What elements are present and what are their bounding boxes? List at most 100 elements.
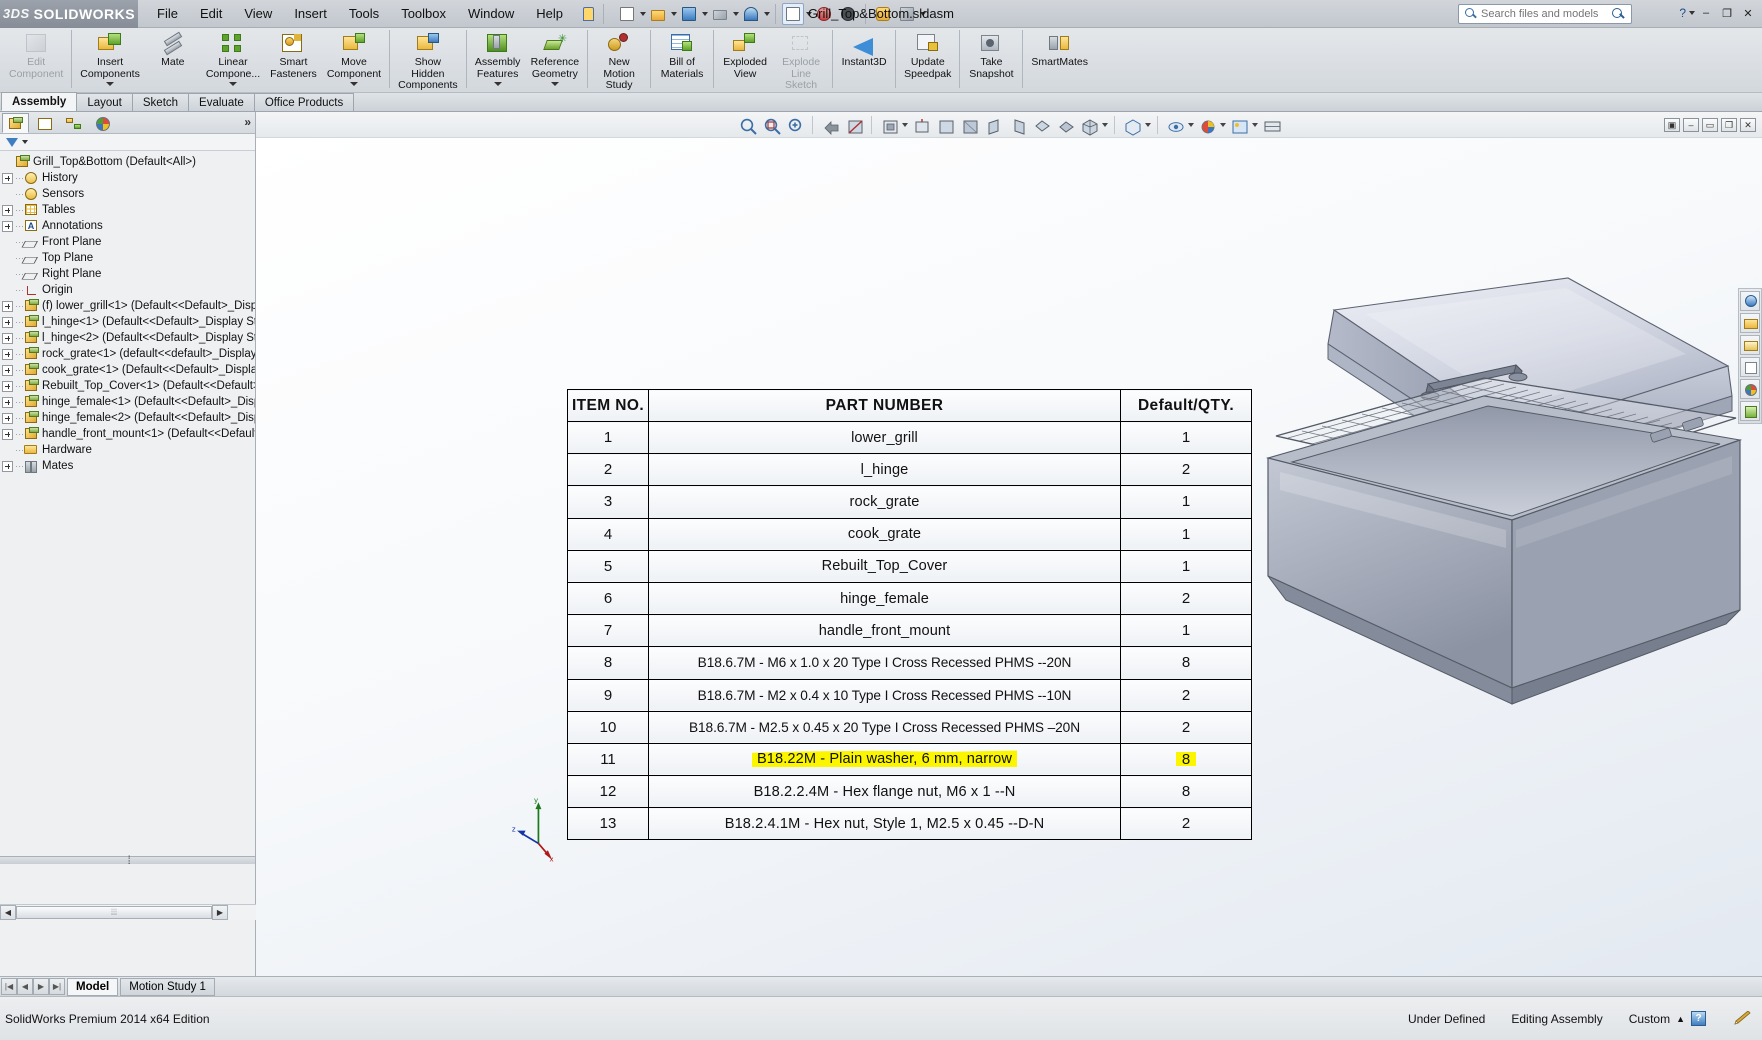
tile-document-button[interactable]: ▭ xyxy=(1702,118,1718,132)
edit-appearance-icon[interactable] xyxy=(1196,114,1218,135)
hide-show-items-icon[interactable] xyxy=(1164,114,1186,135)
ribbon-dropdown-icon[interactable] xyxy=(550,81,559,86)
tree-item-l_hinge-2-default-default-_display-state[interactable]: ⋯ l_hinge<2> (Default<<Default>_Display S… xyxy=(0,330,255,346)
view-dropdown-icon[interactable] xyxy=(1145,122,1151,127)
tree-item-sensors[interactable]: ⋯ Sensors xyxy=(0,186,255,202)
undo-icon[interactable] xyxy=(740,3,762,25)
table-row[interactable]: 6 hinge_female 2 xyxy=(567,581,1252,616)
display-style-icon[interactable] xyxy=(1121,114,1143,136)
options-icon[interactable] xyxy=(872,3,894,25)
view-isometric-icon[interactable] xyxy=(1078,114,1100,136)
tree-item-history[interactable]: ⋯ History xyxy=(0,170,255,186)
tab-assembly[interactable]: Assembly xyxy=(1,92,78,111)
tree-item--f-lower_grill-1-default-default-_displa[interactable]: ⋯ (f) lower_grill<1> (Default<<Default>_D… xyxy=(0,298,255,314)
menu-item-view[interactable]: View xyxy=(233,2,283,25)
select-dropdown-icon[interactable] xyxy=(806,11,812,16)
view-dropdown-icon[interactable] xyxy=(1220,122,1226,127)
tree-item-front-plane[interactable]: ⋯ Front Plane xyxy=(0,234,255,250)
zoom-in-out-icon[interactable] xyxy=(784,114,806,135)
view-bottom-icon[interactable] xyxy=(1054,114,1076,135)
tree-item-rock_grate-1-default-default-_display-st[interactable]: ⋯ rock_grate<1> (default<<default>_Displa… xyxy=(0,346,255,362)
view-dropdown-icon[interactable] xyxy=(1188,122,1194,127)
rebuild-icon[interactable] xyxy=(813,3,835,25)
solidworks-resources-icon[interactable] xyxy=(1740,291,1760,311)
table-row[interactable]: 10 B18.6.7M - M2.5 x 0.45 x 20 Type I Cro… xyxy=(567,710,1252,744)
undo-dropdown-icon[interactable] xyxy=(764,11,770,16)
view-top-icon[interactable] xyxy=(1030,114,1052,135)
search-submit-icon[interactable] xyxy=(1609,5,1627,23)
menu-item-tools[interactable]: Tools xyxy=(338,2,390,25)
configuration-manager-icon[interactable] xyxy=(60,113,87,133)
lower-grill-body[interactable] xyxy=(1265,395,1743,705)
ribbon-button-new-motion-study[interactable]: New Motion Study xyxy=(591,28,647,92)
search-box[interactable] xyxy=(1458,4,1632,24)
print-icon[interactable] xyxy=(709,3,731,25)
zoom-to-fit-icon[interactable] xyxy=(736,114,758,135)
tree-expand-icon[interactable] xyxy=(2,364,13,376)
tree-expand-icon[interactable] xyxy=(2,348,13,360)
minimize-button[interactable]: – xyxy=(1696,4,1716,22)
table-row[interactable]: 11 B18.22M - Plain washer, 6 mm, narrow 8 xyxy=(567,742,1252,777)
scroll-left-arrow[interactable]: ◀ xyxy=(0,905,16,920)
view-normal-to-icon[interactable] xyxy=(910,114,932,135)
table-row[interactable]: 7 handle_front_mount 1 xyxy=(567,614,1252,648)
tree-expand-icon[interactable] xyxy=(2,332,13,344)
tree-item-cook_grate-1-default-default-_display-di[interactable]: ⋯ cook_grate<1> (Default<<Default>_Displa… xyxy=(0,362,255,378)
tree-item-origin[interactable]: ⋯ Origin xyxy=(0,282,255,298)
ribbon-button-move-component[interactable]: Move Component xyxy=(322,28,386,92)
tree-item-tables[interactable]: ⋯ Tables xyxy=(0,202,255,218)
menu-item-toolbox[interactable]: Toolbox xyxy=(390,2,457,25)
help-icon[interactable]: ? xyxy=(1679,6,1686,20)
tree-item-l_hinge-1-default-default-_display-state[interactable]: ⋯ l_hinge<1> (Default<<Default>_Display S… xyxy=(0,314,255,330)
view-palette-icon[interactable] xyxy=(1740,357,1760,377)
tree-item-handle_front_mount-1-default-default-_[interactable]: ⋯ handle_front_mount<1> (Default<<Default… xyxy=(0,426,255,442)
filter-dropdown-icon[interactable] xyxy=(22,140,28,144)
table-row[interactable]: 13 B18.2.4.1M - Hex nut, Style 1, M2.5 x … xyxy=(567,807,1252,841)
feature-tree-root[interactable]: Grill_Top&Bottom (Default<All>) xyxy=(0,154,255,170)
feature-tree-filter-bar[interactable] xyxy=(0,134,255,151)
feature-manager-tree-icon[interactable] xyxy=(2,112,29,133)
table-row[interactable]: 8 B18.6.7M - M6 x 1.0 x 20 Type I Cross R… xyxy=(567,646,1252,680)
ribbon-dropdown-icon[interactable] xyxy=(493,81,502,86)
section-view-icon[interactable] xyxy=(843,114,865,135)
toolbox-icon[interactable] xyxy=(837,3,859,25)
ribbon-button-show-hidden-components[interactable]: Show Hidden Components xyxy=(393,28,463,92)
tree-expand-icon[interactable] xyxy=(2,220,13,232)
help-dropdown-icon[interactable] xyxy=(1689,11,1695,15)
apply-scene-icon[interactable] xyxy=(1228,114,1250,135)
tree-expand-icon[interactable] xyxy=(2,428,13,440)
tab-layout[interactable]: Layout xyxy=(76,93,133,111)
custom-properties-icon[interactable] xyxy=(1740,401,1760,421)
table-row[interactable]: 3 rock_grate 1 xyxy=(567,485,1252,519)
tab-nav-button-0[interactable]: |◀ xyxy=(1,978,17,995)
table-row[interactable]: 4 cook_grate 1 xyxy=(567,517,1252,551)
feature-tree-horizontal-scrollbar[interactable]: ◀ ⦙⦙⦙ ▶ xyxy=(0,904,256,920)
ribbon-button-take-snapshot[interactable]: Take Snapshot xyxy=(963,28,1019,92)
tree-splitter-handle[interactable] xyxy=(0,853,255,867)
menu-item-edit[interactable]: Edit xyxy=(189,2,233,25)
design-library-icon[interactable] xyxy=(1740,313,1760,333)
maximize-document-button[interactable]: ❐ xyxy=(1721,118,1737,132)
zoom-to-area-icon[interactable] xyxy=(760,114,782,135)
units-caret-icon[interactable]: ▲ xyxy=(1676,1014,1685,1024)
tree-expand-icon[interactable] xyxy=(2,316,13,328)
pin-menu-icon[interactable] xyxy=(578,4,598,24)
ribbon-button-assembly-features[interactable]: Assembly Features xyxy=(470,28,526,92)
ribbon-button-instant3d[interactable]: Instant3D xyxy=(836,28,892,92)
ribbon-button-bill-of-materials[interactable]: Bill of Materials xyxy=(654,28,710,92)
tab-office-products[interactable]: Office Products xyxy=(253,93,355,111)
table-row[interactable]: 2 l_hinge 2 xyxy=(567,453,1252,487)
scroll-right-arrow[interactable]: ▶ xyxy=(212,905,228,920)
filter-funnel-icon[interactable] xyxy=(6,137,18,147)
view-settings-icon[interactable] xyxy=(1260,114,1282,135)
options-dropdown-icon[interactable] xyxy=(920,11,926,16)
view-orientation-icon[interactable] xyxy=(878,114,900,135)
open-document-dropdown-icon[interactable] xyxy=(671,11,677,16)
menu-item-help[interactable]: Help xyxy=(525,2,574,25)
tree-item-hardware[interactable]: ⋯ Hardware xyxy=(0,442,255,458)
view-left-icon[interactable] xyxy=(982,114,1004,135)
table-row[interactable]: 9 B18.6.7M - M2 x 0.4 x 10 Type I Cross R… xyxy=(567,678,1252,712)
tree-expand-icon[interactable] xyxy=(2,412,13,424)
open-document-icon[interactable] xyxy=(647,3,669,25)
bill-of-materials-table[interactable]: ITEM NO. PART NUMBER Default/QTY. 1 lower… xyxy=(567,389,1252,841)
